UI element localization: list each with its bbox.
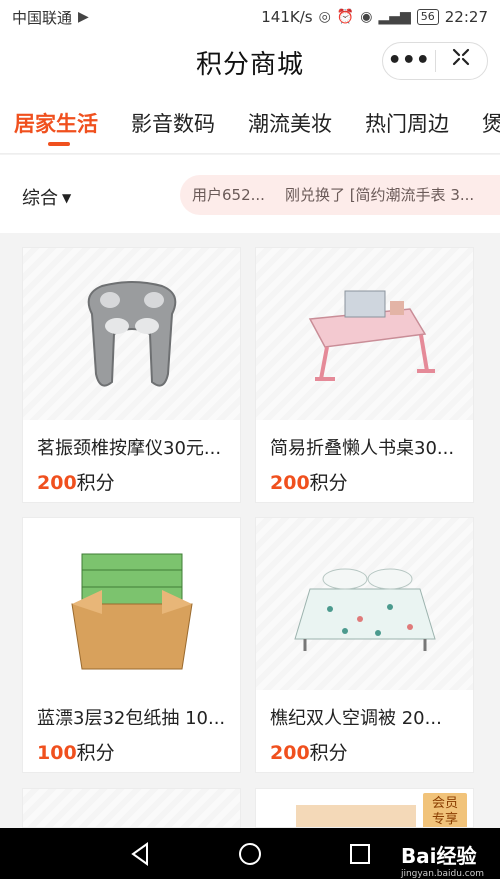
product-card[interactable]: 樵纪双人空调被 20... 200积分 bbox=[255, 517, 474, 773]
product-price: 200积分 bbox=[256, 730, 473, 765]
price-unit: 积分 bbox=[309, 742, 348, 764]
product-price: 100积分 bbox=[23, 730, 240, 765]
mini-program-capsule: ••• bbox=[382, 42, 488, 80]
category-tabs: 居家生活 影音数码 潮流美妆 热门周边 煲 bbox=[0, 90, 500, 154]
price-value: 200 bbox=[270, 742, 310, 764]
price-unit: 积分 bbox=[309, 472, 348, 494]
play-store-icon: ▶ bbox=[78, 9, 89, 25]
product-name: 茗振颈椎按摩仪30元... bbox=[37, 438, 222, 459]
badge-line2: 专享 bbox=[431, 812, 458, 827]
redeem-ticker: 用户652... 刚兑换了 [简约潮流手表 3... bbox=[180, 175, 500, 215]
status-bar: 中国联通 ▶ 141K/s ◎ ⏰ ◉ ▂▄▆ 56 22:27 bbox=[0, 0, 500, 34]
tab-hot-merch[interactable]: 热门周边 bbox=[365, 108, 449, 138]
price-value: 100 bbox=[37, 742, 77, 764]
product-card-partial[interactable]: 会员 专享 bbox=[255, 788, 474, 828]
badge-line1: 会员 bbox=[431, 796, 458, 811]
home-icon[interactable] bbox=[230, 828, 270, 879]
battery-level: 56 bbox=[416, 9, 439, 25]
clock: 22:27 bbox=[444, 8, 488, 26]
alarm-icon: ⏰ bbox=[336, 9, 355, 25]
carrier-label: 中国联通 bbox=[12, 8, 73, 27]
price-value: 200 bbox=[37, 472, 77, 494]
product-card[interactable]: 蓝漂3层32包纸抽 10... 100积分 bbox=[22, 517, 241, 773]
product-image bbox=[23, 518, 240, 690]
product-name: 樵纪双人空调被 20... bbox=[270, 708, 442, 729]
ticker-text: 刚兑换了 [简约潮流手表 3... bbox=[284, 186, 475, 204]
product-card-partial[interactable] bbox=[22, 788, 241, 828]
recents-icon[interactable] bbox=[340, 828, 380, 879]
member-exclusive-badge: 会员 专享 bbox=[423, 793, 467, 827]
tab-home-living[interactable]: 居家生活 bbox=[14, 108, 98, 138]
close-target-icon[interactable] bbox=[436, 43, 488, 79]
watermark-brand: Bai经验 bbox=[400, 844, 477, 868]
signal-icon: ▂▄▆ bbox=[378, 9, 411, 25]
product-image bbox=[256, 248, 473, 420]
sort-dropdown[interactable]: 综合 ▼ bbox=[22, 184, 71, 210]
price-unit: 积分 bbox=[76, 742, 115, 764]
title-bar: 积分商城 ••• bbox=[0, 34, 500, 90]
product-card[interactable]: 简易折叠懒人书桌30... 200积分 bbox=[255, 247, 474, 503]
tab-partial[interactable]: 煲 bbox=[482, 108, 500, 138]
product-name: 简易折叠懒人书桌30... bbox=[270, 438, 455, 459]
baidu-jingyan-watermark: Bai经验 jingyan.baidu.com bbox=[401, 840, 484, 879]
more-dots-icon[interactable]: ••• bbox=[383, 43, 435, 79]
price-value: 200 bbox=[270, 472, 310, 494]
active-tab-indicator bbox=[48, 142, 70, 146]
watermark-site: jingyan.baidu.com bbox=[400, 869, 484, 879]
hotspot-icon: ◎ bbox=[318, 9, 331, 25]
product-name: 蓝漂3层32包纸抽 10... bbox=[37, 708, 226, 729]
product-image bbox=[256, 518, 473, 690]
price-unit: 积分 bbox=[76, 472, 115, 494]
product-image-partial bbox=[296, 805, 416, 827]
eye-icon: ◉ bbox=[360, 9, 373, 25]
tab-trend-beauty[interactable]: 潮流美妆 bbox=[248, 108, 332, 138]
filter-bar: 综合 ▼ 用户652... 刚兑换了 [简约潮流手表 3... bbox=[0, 155, 500, 233]
caret-down-icon: ▼ bbox=[62, 191, 72, 205]
sort-label: 综合 bbox=[22, 188, 58, 209]
product-image bbox=[23, 789, 240, 827]
product-image bbox=[23, 248, 240, 420]
product-price: 200积分 bbox=[23, 460, 240, 495]
network-speed: 141K/s bbox=[261, 8, 313, 26]
tab-audio-digital[interactable]: 影音数码 bbox=[131, 108, 215, 138]
product-card[interactable]: 茗振颈椎按摩仪30元... 200积分 bbox=[22, 247, 241, 503]
ticker-user: 用户652... bbox=[192, 186, 265, 204]
system-nav-bar: Bai经验 jingyan.baidu.com bbox=[0, 828, 500, 879]
product-price: 200积分 bbox=[256, 460, 473, 495]
back-icon[interactable] bbox=[120, 828, 160, 879]
